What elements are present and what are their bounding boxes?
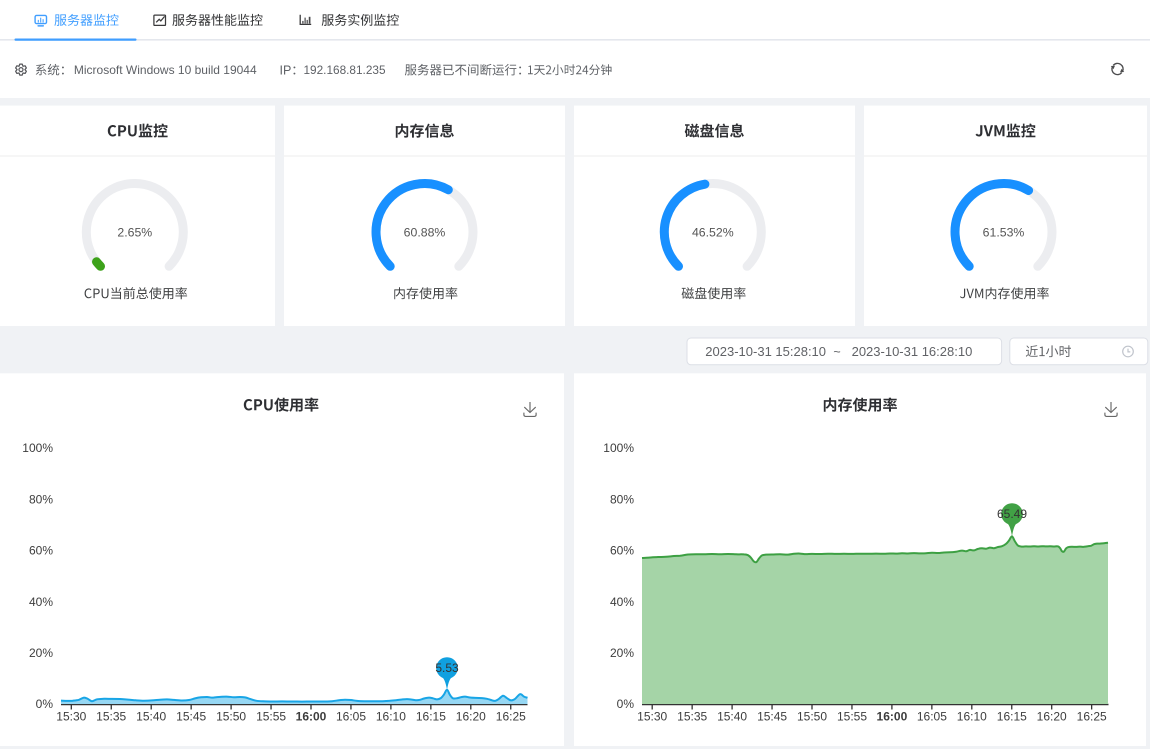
- svg-text:16:05: 16:05: [917, 710, 947, 724]
- svg-text:16:05: 16:05: [336, 710, 366, 724]
- svg-text:16:25: 16:25: [496, 710, 526, 724]
- svg-text:15:35: 15:35: [677, 710, 707, 724]
- svg-text:2023-10-31 15:28:10: 2023-10-31 15:28:10: [705, 344, 826, 359]
- svg-text:15:40: 15:40: [717, 710, 747, 724]
- svg-text:60.88%: 60.88%: [404, 225, 446, 239]
- svg-text:80%: 80%: [29, 492, 53, 506]
- svg-text:65.49: 65.49: [997, 507, 1027, 521]
- svg-text:15:50: 15:50: [216, 710, 246, 724]
- svg-text:16:15: 16:15: [997, 710, 1027, 724]
- svg-text:15:35: 15:35: [96, 710, 126, 724]
- svg-text:61.53%: 61.53%: [983, 225, 1025, 239]
- svg-text:16:15: 16:15: [416, 710, 446, 724]
- svg-text:40%: 40%: [610, 595, 634, 609]
- svg-text:15:40: 15:40: [136, 710, 166, 724]
- svg-text:15:30: 15:30: [637, 710, 667, 724]
- svg-text:16:25: 16:25: [1077, 710, 1107, 724]
- svg-text:100%: 100%: [603, 441, 634, 455]
- svg-text:16:00: 16:00: [296, 710, 327, 724]
- svg-text:15:45: 15:45: [757, 710, 787, 724]
- svg-text:5.53: 5.53: [435, 661, 459, 675]
- svg-text:40%: 40%: [29, 595, 53, 609]
- svg-text:15:50: 15:50: [797, 710, 827, 724]
- svg-text:~: ~: [833, 345, 840, 359]
- svg-text:16:10: 16:10: [376, 710, 406, 724]
- svg-text:100%: 100%: [22, 441, 53, 455]
- svg-text:16:00: 16:00: [877, 710, 908, 724]
- svg-text:16:10: 16:10: [957, 710, 987, 724]
- svg-text:60%: 60%: [29, 544, 53, 558]
- svg-text:15:30: 15:30: [56, 710, 86, 724]
- svg-text:2023-10-31 16:28:10: 2023-10-31 16:28:10: [852, 344, 973, 359]
- svg-text:Microsoft Windows 10 build 190: Microsoft Windows 10 build 19044: [74, 63, 257, 77]
- svg-text:20%: 20%: [29, 646, 53, 660]
- svg-text:0%: 0%: [617, 697, 635, 711]
- svg-text:2.65%: 2.65%: [117, 225, 152, 239]
- svg-text:46.52%: 46.52%: [692, 225, 734, 239]
- svg-text:20%: 20%: [610, 646, 634, 660]
- svg-text:IP: IP: [280, 63, 292, 77]
- svg-text:60%: 60%: [610, 544, 634, 558]
- svg-text:15:55: 15:55: [256, 710, 286, 724]
- svg-text:15:55: 15:55: [837, 710, 867, 724]
- svg-text:15:45: 15:45: [176, 710, 206, 724]
- svg-text:0%: 0%: [36, 697, 54, 711]
- svg-text:192.168.81.235: 192.168.81.235: [304, 63, 386, 77]
- svg-text:16:20: 16:20: [1037, 710, 1067, 724]
- svg-text:80%: 80%: [610, 492, 634, 506]
- svg-text:16:20: 16:20: [456, 710, 486, 724]
